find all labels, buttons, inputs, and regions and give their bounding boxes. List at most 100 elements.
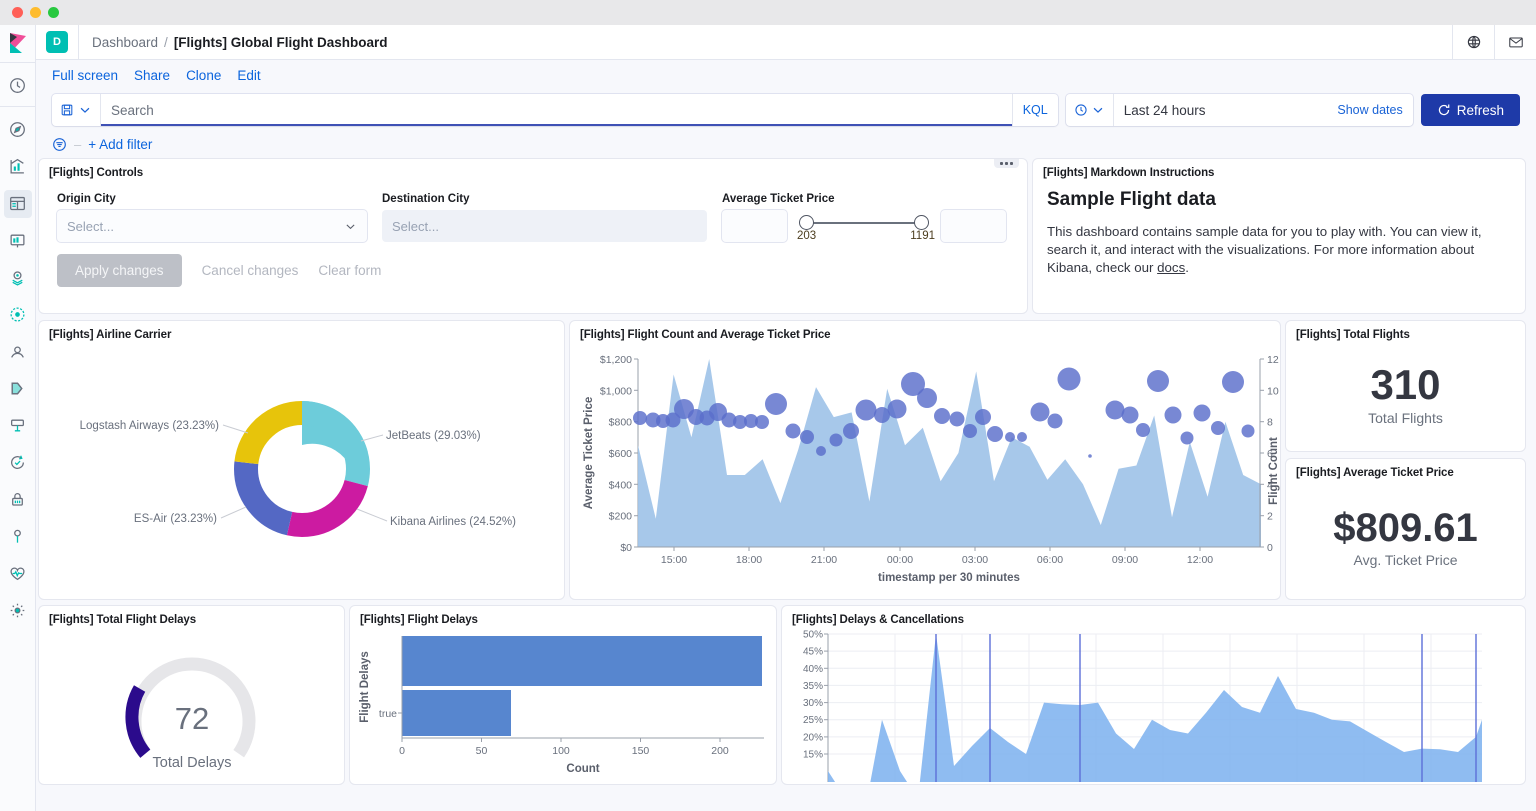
edit-button[interactable]: Edit [237, 68, 260, 83]
sidebar-item-monitoring[interactable] [4, 560, 32, 588]
svg-text:25%: 25% [803, 715, 823, 726]
global-sidebar [0, 25, 36, 811]
total-flights-metric[interactable]: 310 Total Flights [1286, 341, 1525, 449]
cancel-changes-button[interactable]: Cancel changes [202, 263, 299, 278]
help-globe-icon[interactable] [1452, 24, 1494, 60]
search-input[interactable] [101, 94, 1012, 126]
destination-city-select[interactable]: Select... [382, 210, 707, 242]
date-range-value[interactable]: Last 24 hours [1114, 103, 1328, 118]
left-axis-ticks: $1,200 $1,000 $800 $600 $400 $200 $0 [600, 354, 638, 554]
sidebar-item-uptime[interactable] [4, 449, 32, 477]
sidebar-item-dashboard[interactable] [3, 189, 32, 218]
svg-text:100: 100 [552, 745, 570, 757]
sidebar-item-recently-viewed[interactable] [4, 72, 32, 100]
mail-icon[interactable] [1494, 24, 1536, 60]
bar-true[interactable] [402, 690, 511, 736]
breadcrumb-current: [Flights] Global Flight Dashboard [173, 34, 388, 50]
panel-delays-and-cancellations: [Flights] Delays & Cancellations 50% 45%… [781, 605, 1526, 785]
price-max-input[interactable] [941, 210, 1006, 242]
svg-text:$0: $0 [620, 542, 632, 554]
show-dates-button[interactable]: Show dates [1327, 103, 1412, 117]
sidebar-item-infrastructure[interactable] [4, 338, 32, 366]
sidebar-item-visualize[interactable] [4, 153, 32, 181]
flight-delays-bar-chart[interactable]: true Flight Delays 0 50 100 150 200 Coun… [350, 626, 777, 782]
panel-total-flights: [Flights] Total Flights 310 Total Flight… [1285, 320, 1526, 452]
panel-title-total-flights: [Flights] Total Flights [1296, 329, 1410, 341]
refresh-icon [1438, 104, 1450, 116]
donut-label-jetbeats: JetBeats (29.03%) [386, 430, 481, 442]
svg-text:03:00: 03:00 [962, 554, 988, 566]
breadcrumb-dashboard[interactable]: Dashboard [92, 35, 158, 50]
avg-ticket-price-metric[interactable]: $809.61 Avg. Ticket Price [1286, 479, 1525, 597]
sidebar-item-apm[interactable] [4, 412, 32, 440]
airline-carrier-donut-chart[interactable]: JetBeats (29.03%) Kibana Airlines (24.52… [39, 341, 565, 596]
share-button[interactable]: Share [134, 68, 170, 83]
flight-count-bubbles[interactable] [633, 367, 1255, 458]
sidebar-item-maps[interactable] [4, 264, 32, 292]
panel-menu-icon[interactable] [994, 159, 1019, 168]
total-flight-delays-gauge[interactable]: 72 Total Delays [39, 626, 345, 782]
controls-body: Origin City Select... Destination City S… [39, 179, 1027, 242]
panel-title-controls: [Flights] Controls [49, 167, 144, 179]
saved-query-button[interactable] [52, 94, 101, 126]
filter-icon[interactable] [52, 137, 67, 152]
gauge-value-text: 72 [175, 701, 209, 736]
svg-text:12:00: 12:00 [1187, 554, 1213, 566]
full-screen-button[interactable]: Full screen [52, 68, 118, 83]
apply-changes-button[interactable]: Apply changes [57, 254, 182, 287]
window-minimize-button[interactable] [30, 7, 41, 18]
panel-average-ticket-price: [Flights] Average Ticket Price $809.61 A… [1285, 458, 1526, 600]
origin-city-select[interactable]: Select... [57, 210, 367, 242]
price-min-input[interactable] [722, 210, 787, 242]
bar-false[interactable] [402, 636, 762, 686]
svg-text:$800: $800 [609, 417, 633, 429]
sidebar-item-logs[interactable] [4, 375, 32, 403]
date-quick-menu-button[interactable] [1066, 94, 1114, 126]
slider-knob-min[interactable] [799, 215, 814, 230]
sidebar-item-dev-tools[interactable] [4, 523, 32, 551]
window-maximize-button[interactable] [48, 7, 59, 18]
sidebar-item-management[interactable] [4, 597, 32, 625]
add-filter-button[interactable]: + Add filter [88, 137, 152, 152]
svg-text:30%: 30% [803, 698, 823, 709]
dashboard-toolbar: Full screen Share Clone Edit KQL [36, 60, 1536, 158]
panel-markdown-instructions: [Flights] Markdown Instructions Sample F… [1032, 158, 1526, 314]
svg-text:200: 200 [711, 745, 729, 757]
panel-title-total-flight-delays: [Flights] Total Flight Delays [49, 614, 197, 626]
space-avatar[interactable]: D [46, 31, 68, 53]
sidebar-item-discover[interactable] [4, 116, 32, 144]
sidebar-item-machine-learning[interactable] [4, 301, 32, 329]
sidebar-item-canvas[interactable] [4, 227, 32, 255]
destination-city-placeholder: Select... [392, 218, 439, 234]
svg-text:20%: 20% [803, 732, 823, 743]
svg-text:$400: $400 [609, 479, 633, 491]
window-close-button[interactable] [12, 7, 23, 18]
slider-knob-max[interactable] [914, 215, 929, 230]
donut-connector-kibana [356, 508, 388, 522]
clear-form-button[interactable]: Clear form [318, 263, 381, 278]
svg-text:$600: $600 [609, 448, 633, 460]
svg-text:06:00: 06:00 [1037, 554, 1063, 566]
svg-text:150: 150 [632, 745, 650, 757]
svg-text:0: 0 [399, 745, 405, 757]
price-range-slider[interactable]: 203 1191 [797, 210, 935, 242]
search-group: KQL [52, 94, 1058, 126]
markdown-heading: Sample Flight data [1047, 189, 1216, 210]
flight-count-combo-chart[interactable]: $1,200 $1,000 $800 $600 $400 $200 $0 Ave… [570, 341, 1281, 597]
docs-link[interactable]: docs [1157, 260, 1185, 275]
panel-total-flight-delays: [Flights] Total Flight Delays 72 Total D… [38, 605, 345, 785]
delays-cancellations-chart[interactable]: 50% 45% 40% 35% 30% 25% 20% 15% [782, 626, 1526, 782]
bar-x-axis-title: Count [566, 763, 599, 775]
origin-city-control: Origin City Select... [57, 193, 367, 242]
svg-text:$200: $200 [609, 511, 633, 523]
clone-button[interactable]: Clone [186, 68, 221, 83]
svg-text:50%: 50% [803, 630, 823, 641]
dashboard-grid: [Flights] Controls Origin City Select... [36, 158, 1536, 811]
main-content: D Dashboard / [Flights] Global Flight Da… [36, 24, 1536, 811]
panel-title-markdown: [Flights] Markdown Instructions [1043, 167, 1215, 179]
query-language-button[interactable]: KQL [1011, 94, 1058, 126]
refresh-button[interactable]: Refresh [1420, 94, 1520, 126]
kibana-logo[interactable] [0, 25, 35, 60]
sidebar-item-siem[interactable] [4, 486, 32, 514]
chevron-down-icon [344, 220, 357, 233]
